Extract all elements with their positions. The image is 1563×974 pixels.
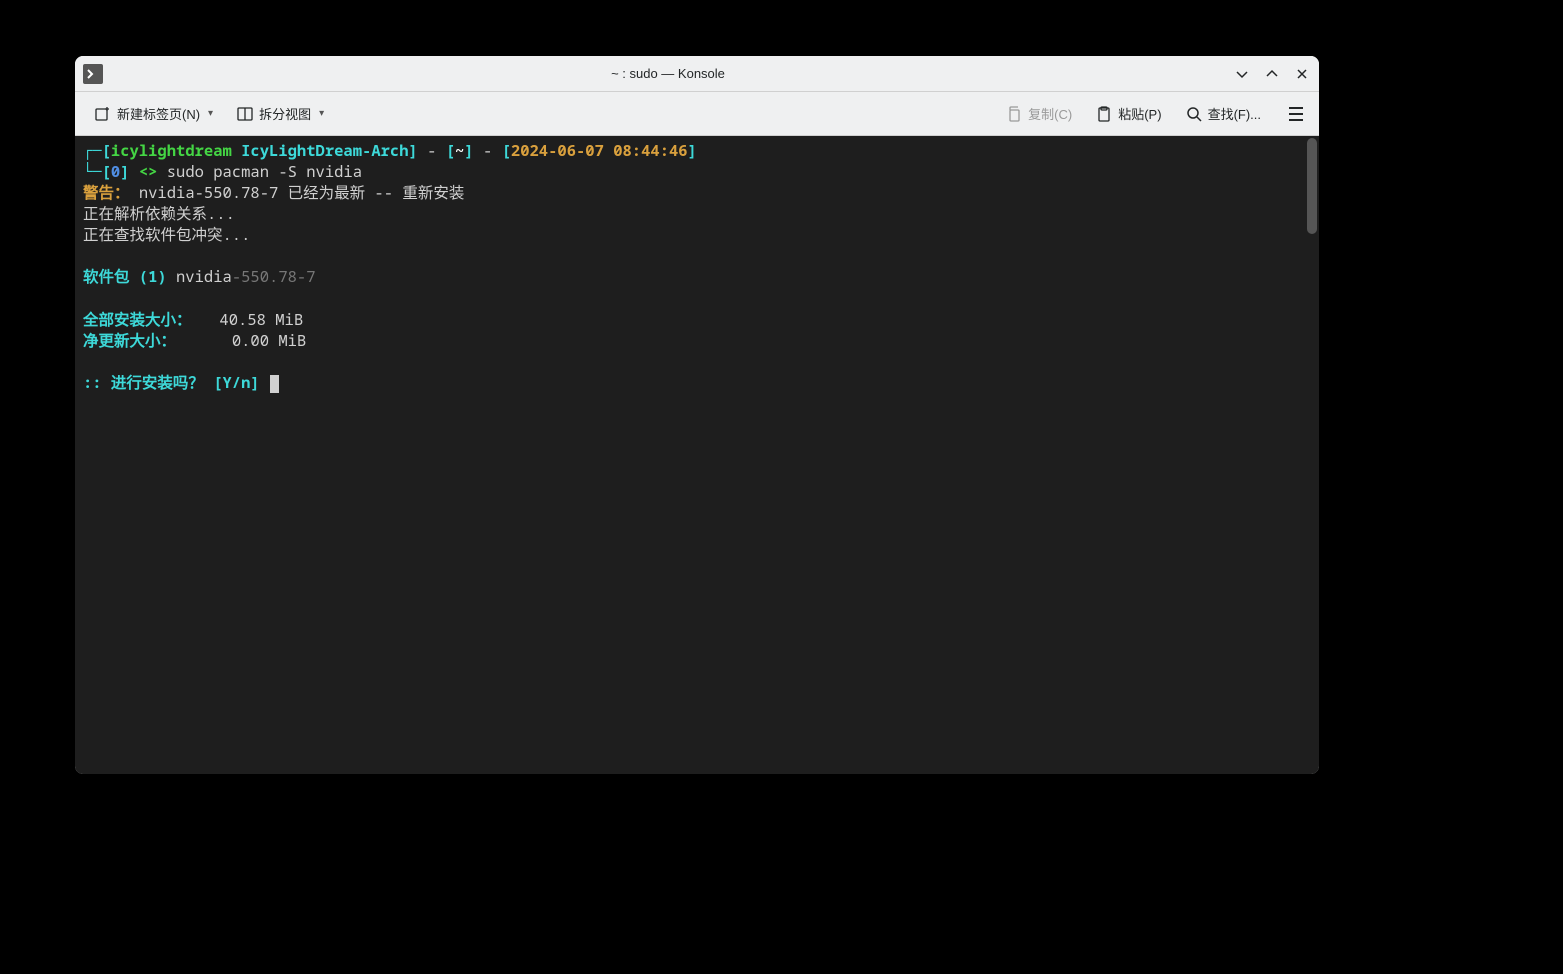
copy-button[interactable]: 复制(C) (998, 100, 1080, 127)
close-button[interactable] (1293, 65, 1311, 83)
terminal-output: ┌─[icylightdream IcyLightDream-Arch] - [… (83, 140, 1311, 393)
app-icon (83, 64, 103, 84)
search-icon (1186, 106, 1202, 122)
paste-label: 粘贴(P) (1118, 104, 1161, 123)
chevron-down-icon: ▾ (319, 108, 324, 119)
split-view-icon (237, 106, 253, 122)
terminal-area[interactable]: ┌─[icylightdream IcyLightDream-Arch] - [… (75, 136, 1319, 774)
window-title: ~ : sudo — Konsole (103, 66, 1233, 81)
find-button[interactable]: 查找(F)... (1178, 100, 1269, 127)
copy-icon (1006, 106, 1022, 122)
toolbar: 新建标签页(N) ▾ 拆分视图 ▾ 复制(C) 粘贴(P) (75, 92, 1319, 136)
new-tab-button[interactable]: 新建标签页(N) ▾ (87, 100, 221, 127)
copy-label: 复制(C) (1028, 104, 1072, 123)
menu-button[interactable] (1285, 103, 1307, 125)
new-tab-icon (95, 106, 111, 122)
split-view-label: 拆分视图 (259, 104, 311, 123)
titlebar: ~ : sudo — Konsole (75, 56, 1319, 92)
terminal-cursor (270, 375, 279, 393)
window-controls (1233, 65, 1311, 83)
new-tab-label: 新建标签页(N) (117, 104, 200, 123)
konsole-window: ~ : sudo — Konsole 新建标签页(N) ▾ 拆分视图 (75, 56, 1319, 774)
maximize-button[interactable] (1263, 65, 1281, 83)
paste-icon (1096, 106, 1112, 122)
find-label: 查找(F)... (1208, 104, 1261, 123)
split-view-button[interactable]: 拆分视图 ▾ (229, 100, 332, 127)
chevron-down-icon: ▾ (208, 108, 213, 119)
paste-button[interactable]: 粘贴(P) (1088, 100, 1169, 127)
scrollbar[interactable] (1307, 138, 1317, 234)
minimize-button[interactable] (1233, 65, 1251, 83)
